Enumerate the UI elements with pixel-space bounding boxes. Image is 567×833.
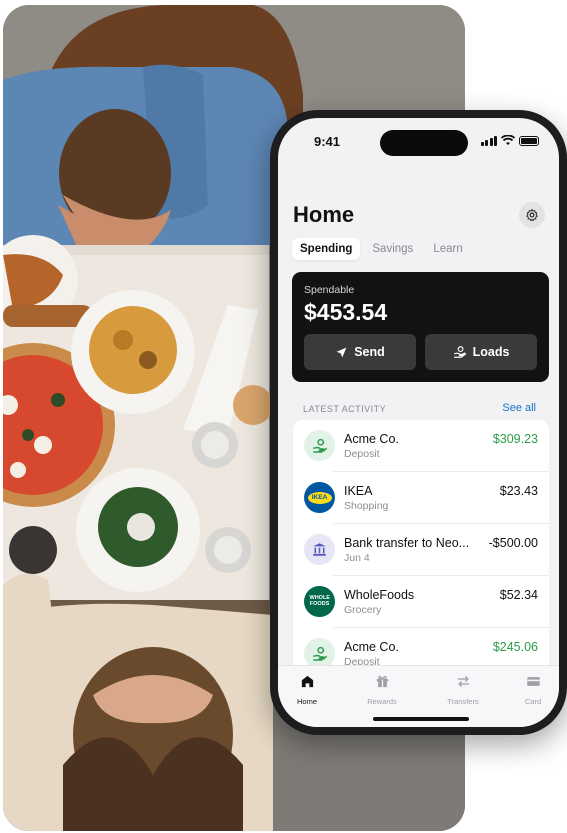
- spendable-card: Spendable $453.54 Send Loads: [292, 272, 549, 382]
- send-label: Send: [354, 345, 385, 359]
- activity-category: Shopping: [344, 500, 389, 512]
- activity-category: Jun 4: [344, 552, 370, 564]
- wifi-icon: [501, 135, 515, 145]
- tab-spending[interactable]: Spending: [292, 238, 361, 260]
- tabbar-rewards-label: Rewards: [367, 697, 397, 706]
- transfer-arrows-icon: [457, 676, 469, 687]
- spendable-amount: $453.54: [304, 299, 388, 325]
- activity-name: IKEA: [344, 484, 373, 498]
- phone-mockup: 9:41 Home Spending Savings Learn Spendab…: [270, 110, 567, 735]
- home-icon: [301, 675, 313, 688]
- activity-name: WholeFoods: [344, 588, 415, 602]
- gear-icon: [526, 208, 538, 222]
- activity-name: Bank transfer to Neo...: [344, 536, 470, 550]
- deposit-icon: [304, 430, 335, 461]
- latest-activity-heading: LATEST ACTIVITY: [303, 404, 387, 414]
- tabbar-home[interactable]: Home: [282, 674, 332, 706]
- activity-amount: $52.34: [499, 588, 538, 602]
- list-item[interactable]: WHOLE FOODS WholeFoods Grocery $52.34: [293, 576, 549, 628]
- signal-icon: [480, 135, 497, 146]
- activity-amount: $309.23: [492, 432, 538, 446]
- spendable-label: Spendable: [304, 284, 355, 296]
- tab-savings[interactable]: Savings: [364, 238, 421, 260]
- status-icons: [480, 135, 539, 146]
- home-indicator: [373, 717, 469, 721]
- tabbar-card-label: Card: [524, 697, 542, 706]
- tabbar-card[interactable]: Card: [508, 674, 558, 706]
- see-all-link[interactable]: See all: [502, 402, 536, 414]
- dynamic-island: [380, 130, 468, 156]
- bank-icon: [304, 534, 335, 565]
- gift-icon: [376, 675, 388, 688]
- activity-amount: $23.43: [499, 484, 538, 498]
- status-time: 9:41: [314, 134, 341, 149]
- send-icon: [336, 347, 347, 357]
- list-item[interactable]: Bank transfer to Neo... Jun 4 -$500.00: [293, 524, 549, 576]
- wholefoods-logo-text: WHOLE FOODS: [309, 594, 330, 607]
- phone-screen: 9:41 Home Spending Savings Learn Spendab…: [278, 118, 559, 727]
- bottom-tab-bar: Home Rewards Transfers Card: [278, 665, 559, 727]
- tabbar-home-label: Home: [296, 697, 317, 706]
- tabbar-transfers-label: Transfers: [447, 697, 479, 706]
- tab-learn[interactable]: Learn: [425, 238, 470, 260]
- segment-tabs: Spending Savings Learn: [292, 238, 471, 260]
- settings-button[interactable]: [519, 202, 545, 228]
- activity-amount: -$500.00: [488, 536, 538, 550]
- loads-button[interactable]: Loads: [425, 334, 537, 370]
- battery-icon: [519, 135, 539, 146]
- list-item[interactable]: Acme Co. Deposit $309.23: [293, 420, 549, 472]
- activity-amount: $245.06: [492, 640, 538, 654]
- activity-name: Acme Co.: [344, 640, 399, 654]
- send-button[interactable]: Send: [304, 334, 416, 370]
- ikea-logo-text: IKEA: [311, 494, 328, 501]
- hand-coin-icon: [453, 346, 466, 358]
- tabbar-transfers[interactable]: Transfers: [438, 674, 488, 706]
- activity-category: Deposit: [344, 448, 380, 460]
- activity-category: Grocery: [344, 604, 382, 616]
- activity-list: Acme Co. Deposit $309.23 IKEA IKEA Shopp…: [293, 420, 549, 680]
- card-icon: [526, 677, 540, 686]
- list-item[interactable]: IKEA IKEA Shopping $23.43: [293, 472, 549, 524]
- tabbar-rewards[interactable]: Rewards: [357, 674, 407, 706]
- ikea-logo: IKEA: [304, 482, 335, 513]
- wholefoods-logo: WHOLE FOODS: [304, 586, 335, 617]
- page-title: Home: [293, 202, 355, 227]
- loads-label: Loads: [472, 345, 510, 359]
- activity-name: Acme Co.: [344, 432, 399, 446]
